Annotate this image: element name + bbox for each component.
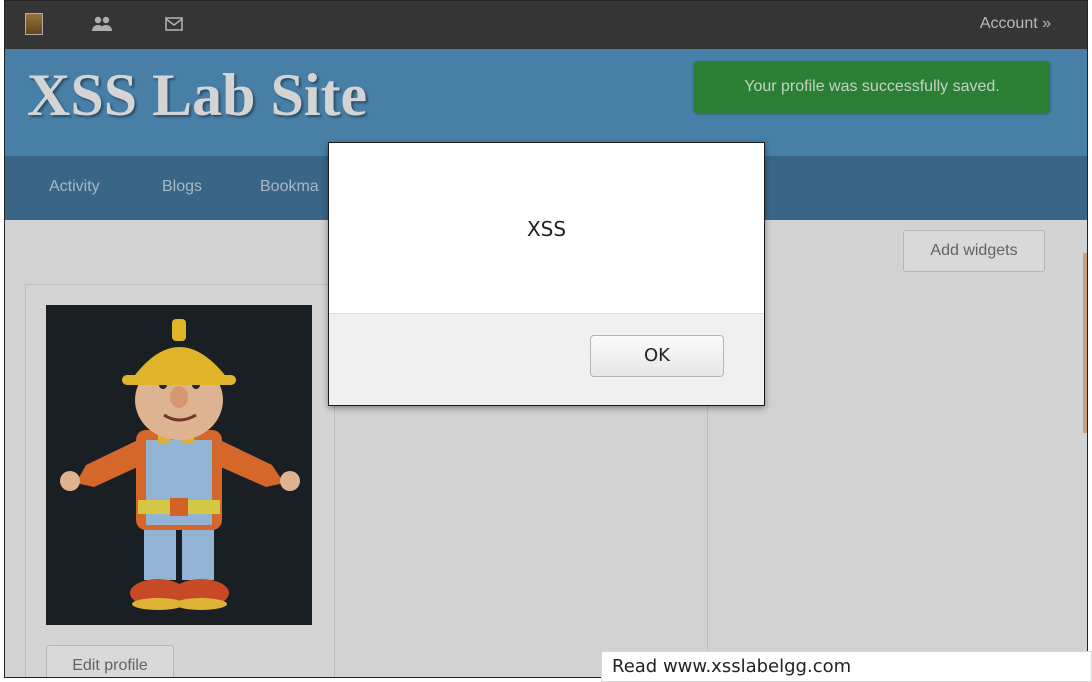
- status-bar: Read www.xsslabelgg.com: [601, 651, 1092, 682]
- scrollbar-thumb[interactable]: [1083, 253, 1087, 433]
- alert-message: XSS: [526, 217, 567, 241]
- ok-button[interactable]: OK: [590, 335, 724, 377]
- alert-footer: OK: [329, 313, 764, 405]
- alert-dialog: XSS OK: [328, 142, 765, 406]
